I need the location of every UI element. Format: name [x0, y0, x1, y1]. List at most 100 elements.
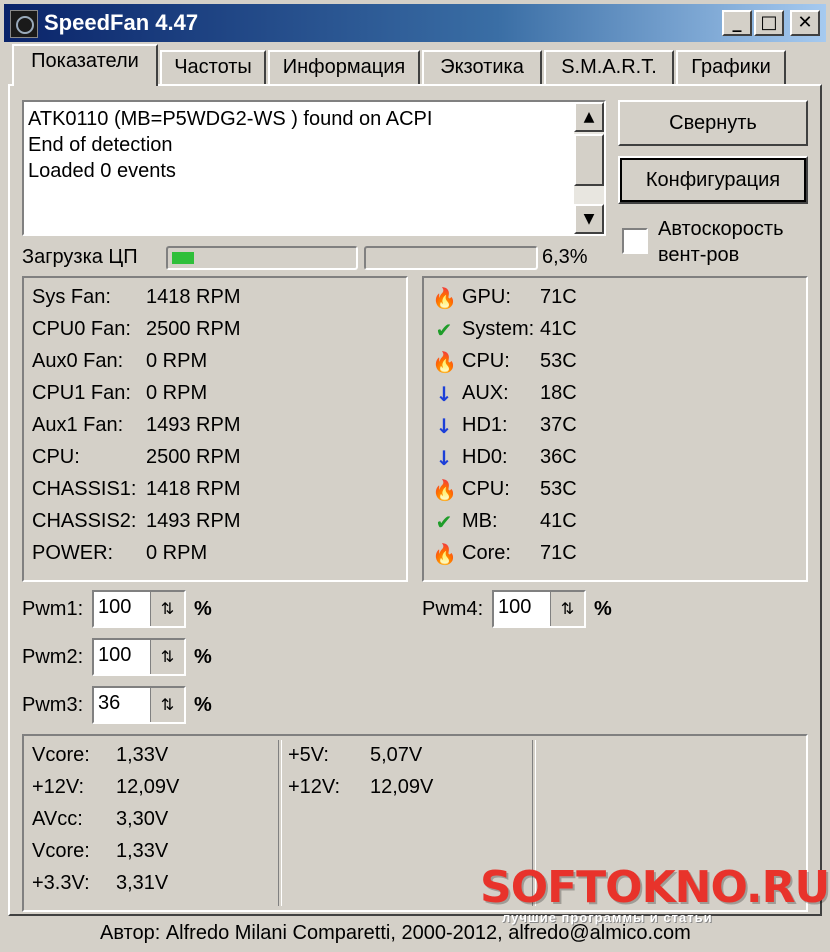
cpu-usage-value: 6,3% [542, 246, 588, 268]
temps-group: 🔥 GPU: 71C ✔ System: 41C 🔥 CPU: 53C ↓ AUX: … [422, 276, 808, 582]
temp-value: 53C [540, 478, 577, 500]
footer-author: Автор: Alfredo Milani Comparetti, 2000-2… [100, 922, 691, 944]
temp-value: 53C [540, 350, 577, 372]
tab-exotics[interactable]: Экзотика [422, 50, 542, 84]
log-line: End of detection [28, 134, 173, 156]
tab-info[interactable]: Информация [268, 50, 420, 84]
temp-name: HD0: [462, 446, 508, 468]
log-scrollbar[interactable]: ▲ ▼ [574, 102, 604, 234]
auto-speed-checkbox[interactable] [622, 228, 648, 254]
voltage-value: 12,09V [116, 776, 180, 798]
voltage-name: +12V: [32, 776, 85, 798]
temp-name: Core: [462, 542, 511, 564]
pwm-spinbox[interactable]: 100 ⇅ [92, 638, 186, 676]
cpu-usage-bar-2 [364, 246, 538, 270]
pwm-spinbox[interactable]: 36 ⇅ [92, 686, 186, 724]
temp-value: 71C [540, 542, 577, 564]
scroll-thumb[interactable] [574, 134, 604, 186]
fan-value: 2500 RPM [146, 446, 241, 468]
pwm-label: Pwm4: [422, 598, 484, 620]
watermark-tagline: лучшие программы и статьи [502, 910, 713, 925]
flame-icon: 🔥 [432, 286, 457, 310]
fan-name: CPU: [32, 446, 80, 468]
scroll-down-icon[interactable]: ▼ [574, 204, 604, 234]
pwm-value[interactable]: 100 [98, 596, 131, 619]
voltage-name: Vcore: [32, 840, 90, 862]
temp-name: CPU: [462, 478, 510, 500]
temp-name: AUX: [462, 382, 509, 404]
spin-arrows-icon[interactable]: ⇅ [150, 640, 184, 674]
fan-name: CPU1 Fan: [32, 382, 131, 404]
voltage-value: 1,33V [116, 744, 169, 766]
fan-value: 1493 RPM [146, 414, 241, 436]
spin-arrows-icon[interactable]: ⇅ [150, 688, 184, 722]
temp-name: System: [462, 318, 535, 340]
fan-name: Aux0 Fan: [32, 350, 124, 372]
voltage-name: +5V: [288, 744, 329, 766]
tab-clocks[interactable]: Частоты [160, 50, 266, 84]
pwm-spinbox[interactable]: 100 ⇅ [92, 590, 186, 628]
flame-icon: 🔥 [432, 542, 457, 566]
fan-value: 2500 RPM [146, 318, 241, 340]
cpu-usage-bar-1 [166, 246, 358, 270]
voltage-name: AVcc: [32, 808, 83, 830]
fan-name: CPU0 Fan: [32, 318, 131, 340]
fan-value: 0 RPM [146, 382, 208, 404]
down-arrow-icon: ↓ [435, 414, 453, 438]
voltage-value: 3,31V [116, 872, 169, 894]
temp-value: 37C [540, 414, 577, 436]
checkmark-icon: ✔ [435, 510, 453, 534]
auto-speed-label: Автоскорость вент-ров [658, 218, 784, 266]
tab-smart[interactable]: S.M.A.R.T. [544, 50, 674, 84]
app-fan-icon [10, 10, 38, 38]
spin-arrows-icon[interactable]: ⇅ [550, 592, 584, 626]
configure-button[interactable]: Конфигурация [618, 156, 808, 204]
temp-value: 71C [540, 286, 577, 308]
pwm-unit: % [194, 694, 212, 716]
log-line: Loaded 0 events [28, 160, 176, 182]
pwm-value[interactable]: 36 [98, 692, 120, 715]
pwm-label: Pwm1: [22, 598, 84, 620]
flame-icon: 🔥 [432, 478, 457, 502]
pwm-unit: % [594, 598, 612, 620]
flame-icon: 🔥 [432, 350, 457, 374]
fan-name: POWER: [32, 542, 114, 564]
fan-name: CHASSIS1: [32, 478, 137, 500]
voltage-name: +3.3V: [32, 872, 90, 894]
tab-charts[interactable]: Графики [676, 50, 786, 84]
fan-value: 0 RPM [146, 350, 208, 372]
fan-value: 0 RPM [146, 542, 208, 564]
checkmark-icon: ✔ [435, 318, 453, 342]
voltage-name: Vcore: [32, 744, 90, 766]
fan-value: 1418 RPM [146, 286, 241, 308]
voltage-value: 3,30V [116, 808, 169, 830]
softokno-watermark-logo: SOFTOKNO.RU [480, 862, 830, 913]
temp-name: MB: [462, 510, 498, 532]
fans-group: Sys Fan: 1418 RPM CPU0 Fan: 2500 RPM Aux0 … [22, 276, 408, 582]
maximize-button[interactable]: □ [754, 10, 784, 36]
log-box[interactable]: ATK0110 (MB=P5WDG2-WS ) found on ACPI En… [22, 100, 606, 236]
fan-name: Sys Fan: [32, 286, 111, 308]
speedfan-window: SpeedFan 4.47 _ □ ✕ Показатели Частоты И… [0, 0, 830, 952]
minimize-app-button[interactable]: Свернуть [618, 100, 808, 146]
spin-arrows-icon[interactable]: ⇅ [150, 592, 184, 626]
pwm-value[interactable]: 100 [498, 596, 531, 619]
window-title: SpeedFan 4.47 [44, 10, 199, 35]
pwm-value[interactable]: 100 [98, 644, 131, 667]
temp-value: 41C [540, 318, 577, 340]
temp-name: CPU: [462, 350, 510, 372]
voltage-value: 5,07V [370, 744, 423, 766]
minimize-button[interactable]: _ [722, 10, 752, 36]
scroll-up-icon[interactable]: ▲ [574, 102, 604, 132]
title-bar[interactable]: SpeedFan 4.47 _ □ ✕ [4, 4, 826, 42]
voltage-value: 12,09V [370, 776, 434, 798]
down-arrow-icon: ↓ [435, 446, 453, 470]
cpu-usage-label: Загрузка ЦП [22, 246, 138, 268]
pwm-unit: % [194, 646, 212, 668]
temp-name: HD1: [462, 414, 508, 436]
pwm-spinbox[interactable]: 100 ⇅ [492, 590, 586, 628]
fan-value: 1418 RPM [146, 478, 241, 500]
close-button[interactable]: ✕ [790, 10, 820, 36]
pwm-label: Pwm3: [22, 694, 84, 716]
tab-readings[interactable]: Показатели [12, 44, 158, 86]
